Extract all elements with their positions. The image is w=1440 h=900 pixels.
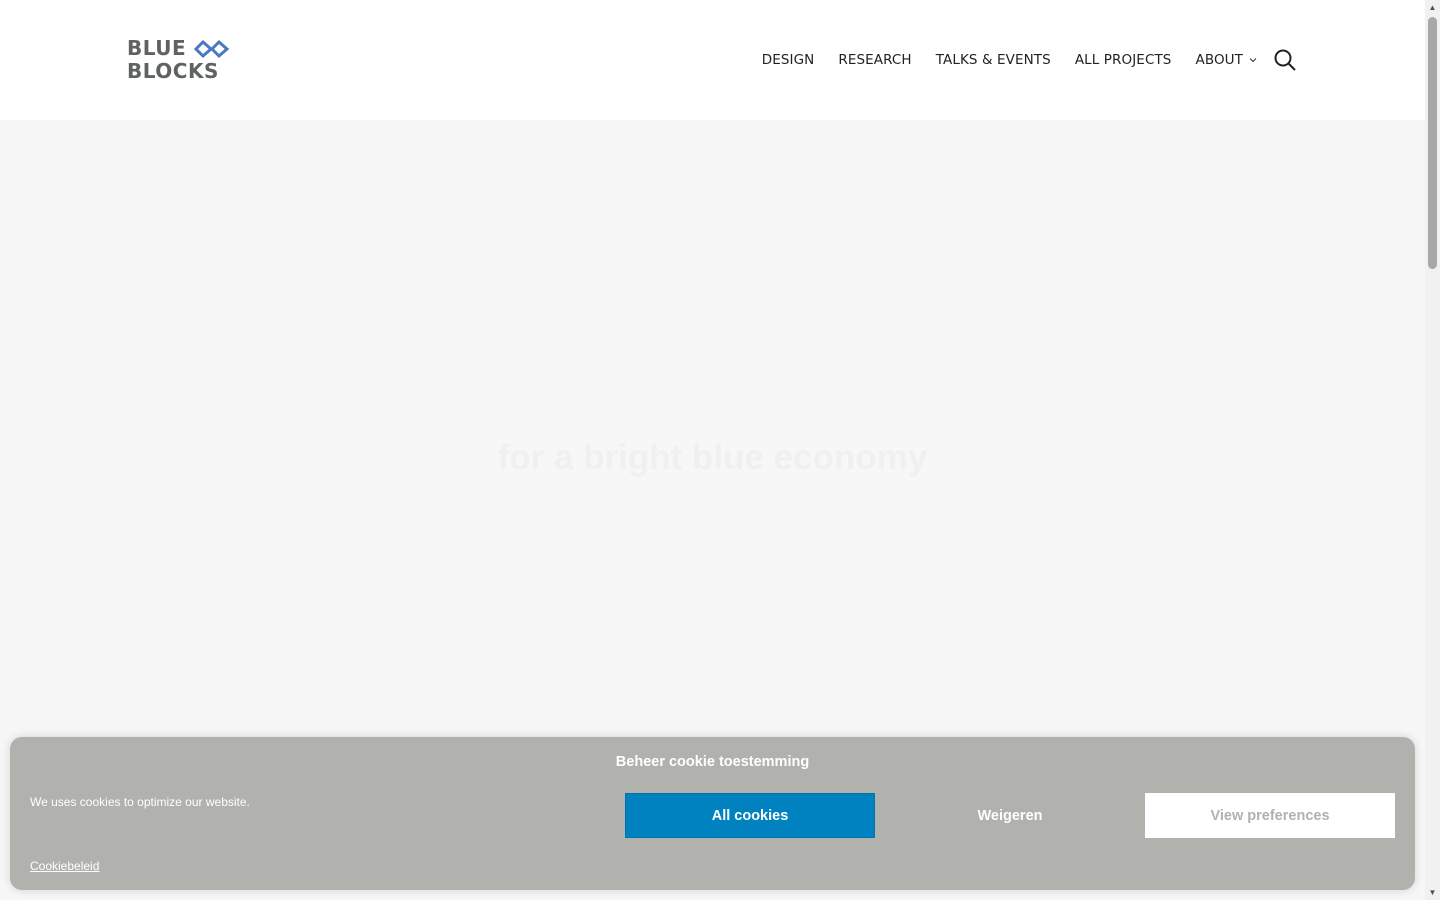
site-logo[interactable]: BLUE BLOCKS xyxy=(127,38,233,82)
scroll-thumb[interactable] xyxy=(1428,17,1437,269)
nav-item-talks-events[interactable]: TALKS & EVENTS xyxy=(936,52,1051,68)
nav-item-all-projects[interactable]: ALL PROJECTS xyxy=(1075,52,1172,68)
hero-tagline: for a bright blue economy xyxy=(497,438,928,477)
cookie-banner-message: We uses cookies to optimize our website. xyxy=(30,795,250,809)
search-button[interactable] xyxy=(1273,48,1297,72)
nav-item-label: TALKS & EVENTS xyxy=(935,52,1051,68)
deny-cookies-button[interactable]: Weigeren xyxy=(885,793,1135,838)
chevron-down-icon xyxy=(1249,58,1257,63)
site-header: BLUE BLOCKS DESIGN RESEARCH TALKS & EVEN… xyxy=(0,0,1425,120)
nav-item-label: ABOUT xyxy=(1195,52,1243,68)
scroll-down-arrow-icon[interactable]: ▼ xyxy=(1425,885,1440,900)
cookie-banner-title: Beheer cookie toestemming xyxy=(615,754,810,770)
cookie-policy-link[interactable]: Cookiebeleid xyxy=(30,859,99,873)
nav-item-label: RESEARCH xyxy=(838,52,912,68)
nav-item-design[interactable]: DESIGN xyxy=(762,52,815,68)
cookie-consent-banner: Beheer cookie toestemming We uses cookie… xyxy=(10,737,1415,890)
main-nav: DESIGN RESEARCH TALKS & EVENTS ALL PROJE… xyxy=(762,0,1297,120)
scroll-up-arrow-icon[interactable]: ▲ xyxy=(1425,0,1440,15)
nav-item-research[interactable]: RESEARCH xyxy=(838,52,911,68)
logo-text-line2: BLOCKS xyxy=(127,59,219,82)
accept-all-cookies-button[interactable]: All cookies xyxy=(625,793,875,838)
search-icon xyxy=(1274,49,1296,71)
nav-item-label: DESIGN xyxy=(761,52,815,68)
nav-item-label: ALL PROJECTS xyxy=(1074,52,1172,68)
view-preferences-button[interactable]: View preferences xyxy=(1145,793,1395,838)
page-scrollbar[interactable]: ▲ ▼ xyxy=(1425,0,1440,900)
infinity-icon xyxy=(193,39,230,59)
nav-item-about[interactable]: ABOUT xyxy=(1195,52,1257,68)
logo-text-line1: BLUE xyxy=(127,38,186,60)
